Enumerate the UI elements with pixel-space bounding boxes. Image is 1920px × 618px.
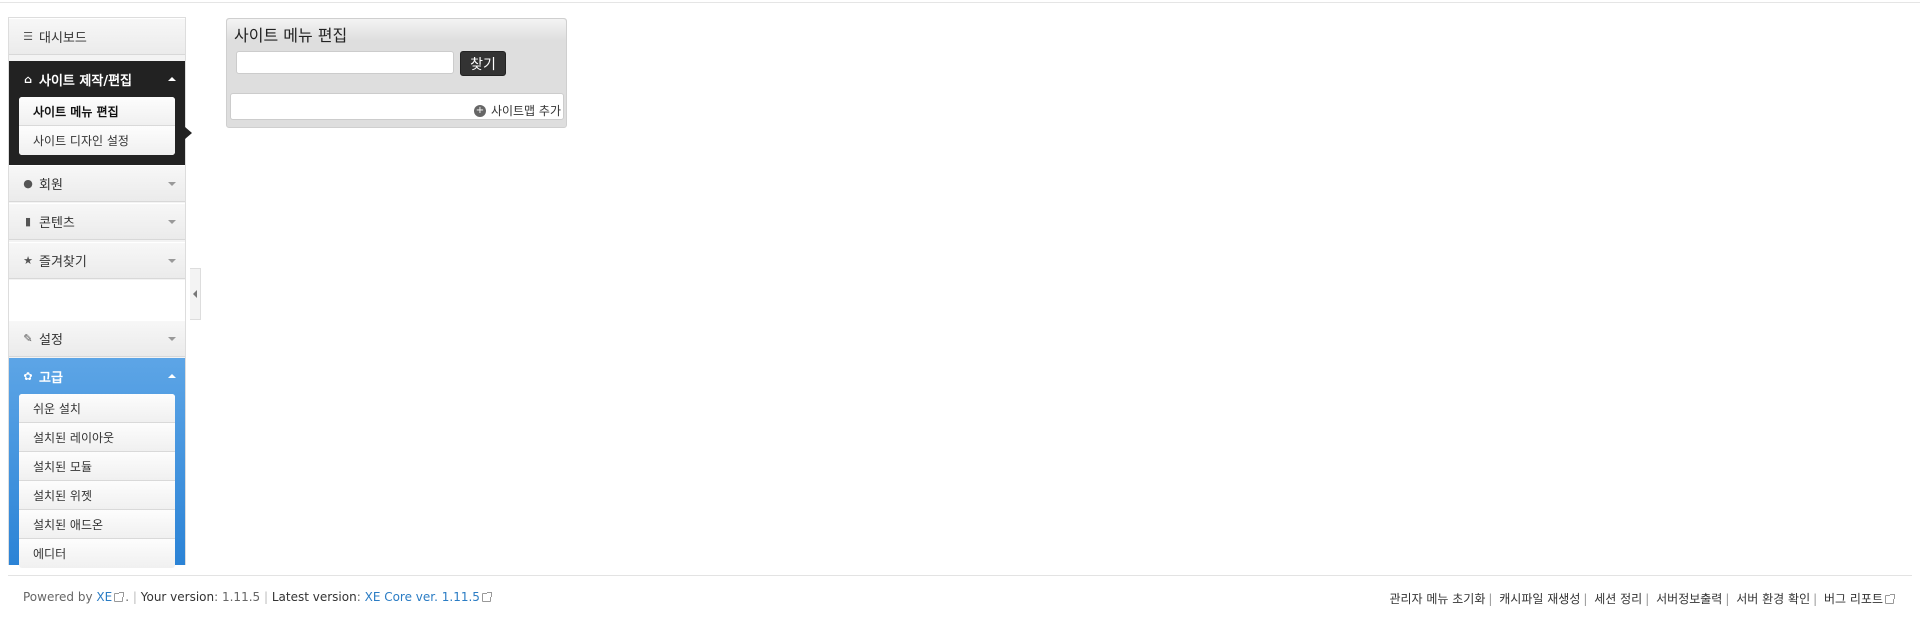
sidebar-item-label: 설정 (39, 333, 63, 348)
chevron-left-icon (193, 290, 197, 298)
sidebar-group-advanced: ✿ 고급 쉬운 설치 설치된 레이아웃 설치된 모듈 설치된 위젯 설치된 애드… (9, 358, 185, 568)
chevron-down-icon (168, 337, 176, 341)
regenerate-cache-link[interactable]: 캐시파일 재생성 (1499, 592, 1580, 606)
submenu-label: 설치된 위젯 (33, 488, 93, 503)
sidebar-item-label: 고급 (39, 370, 63, 386)
sitemap-panel: 사이트 메뉴 편집 찾기 + 사이트맵 추가 (226, 18, 567, 128)
submenu-editor[interactable]: 에디터 (19, 539, 175, 568)
sidebar-item-label: 사이트 제작/편집 (39, 73, 132, 89)
wrench-icon: ✎ (23, 332, 33, 345)
sidebar-item-label: 콘텐츠 (39, 216, 75, 231)
sidebar-item-member[interactable]: ● 회원 (9, 165, 185, 202)
separator: | (132, 590, 137, 604)
sidebar-item-favorites[interactable]: ★ 즐겨찾기 (9, 242, 185, 279)
submenu-label: 쉬운 설치 (33, 401, 81, 416)
active-indicator (185, 127, 192, 139)
sidebar-item-label: 회원 (39, 178, 63, 193)
chevron-down-icon (168, 220, 176, 224)
list-icon: ☰ (23, 30, 33, 43)
clear-sessions-link[interactable]: 세션 정리 (1594, 592, 1642, 606)
submenu-label: 설치된 애드온 (33, 517, 104, 532)
sidebar-item-dashboard[interactable]: ☰ 대시보드 (9, 18, 185, 55)
separator: | (1583, 592, 1588, 606)
separator: | (263, 590, 269, 604)
sidebar-item-site[interactable]: ⌂ 사이트 제작/편집 (9, 61, 185, 97)
chevron-up-icon (168, 77, 176, 81)
submenu-site-design[interactable]: 사이트 디자인 설정 (19, 126, 175, 155)
admin-sidebar: ☰ 대시보드 ⌂ 사이트 제작/편집 사이트 메뉴 편집 사이트 디자인 설정 … (8, 17, 192, 568)
top-divider (0, 2, 1920, 3)
server-info-link[interactable]: 서버정보출력 (1656, 592, 1722, 606)
site-submenu: 사이트 메뉴 편집 사이트 디자인 설정 (19, 97, 175, 155)
latest-version-colon: : (356, 590, 361, 604)
sidebar-item-label: 즐겨찾기 (39, 255, 87, 270)
xe-link[interactable]: XE (96, 590, 112, 604)
sidebar-collapse-toggle[interactable] (190, 268, 201, 320)
add-sitemap-link[interactable]: + 사이트맵 추가 (473, 102, 561, 119)
star-icon: ★ (23, 254, 33, 267)
sidebar-item-advanced[interactable]: ✿ 고급 (9, 358, 185, 394)
add-sitemap-label: 사이트맵 추가 (490, 104, 561, 118)
search-input[interactable] (236, 51, 454, 74)
chevron-up-icon (168, 374, 176, 378)
separator: | (1645, 592, 1650, 606)
favorites-empty-area (9, 280, 185, 320)
footer-divider (8, 575, 1912, 576)
server-env-check-link[interactable]: 서버 환경 확인 (1736, 592, 1810, 606)
submenu-installed-modules[interactable]: 설치된 모듈 (19, 452, 175, 481)
xe-link-suffix: . (125, 590, 130, 604)
submenu-label: 사이트 디자인 설정 (33, 134, 129, 148)
footer-admin-links: 관리자 메뉴 초기화 | 캐시파일 재생성 | 세션 정리 | 서버정보출력 | 서버 … (1389, 590, 1896, 607)
latest-version-label: Latest version (271, 590, 357, 604)
submenu-label: 설치된 레이아웃 (33, 430, 115, 445)
cog-icon: ✿ (23, 369, 33, 383)
sidebar-item-label: 대시보드 (39, 31, 87, 46)
chevron-down-icon (168, 182, 176, 186)
separator: | (1725, 592, 1730, 606)
home-icon: ⌂ (24, 72, 32, 86)
submenu-label: 에디터 (33, 547, 67, 561)
chevron-down-icon (168, 259, 176, 263)
external-link-icon (1885, 594, 1895, 604)
sidebar-item-content[interactable]: ▮ 콘텐츠 (9, 203, 185, 240)
your-version-value: : 1.11.5 (214, 590, 261, 604)
submenu-easy-install[interactable]: 쉬운 설치 (19, 394, 175, 423)
separator: | (1488, 592, 1493, 606)
your-version-label: Your version (140, 590, 215, 604)
reset-admin-menu-link[interactable]: 관리자 메뉴 초기화 (1389, 592, 1485, 606)
sidebar-item-settings[interactable]: ✎ 설정 (9, 320, 185, 357)
submenu-label: 설치된 모듈 (33, 459, 93, 474)
bug-report-link[interactable]: 버그 리포트 (1824, 592, 1883, 606)
external-link-icon (114, 592, 125, 602)
sitemap-tree: + 사이트맵 추가 (230, 93, 564, 120)
latest-version-link[interactable]: XE Core ver. 1.11.5 (365, 590, 480, 604)
submenu-label: 사이트 메뉴 편집 (33, 104, 119, 119)
search-button[interactable]: 찾기 (460, 51, 506, 76)
footer-version-info: Powered by XE. | Your version: 1.11.5 | … (23, 590, 493, 604)
panel-title: 사이트 메뉴 편집 (234, 26, 348, 45)
book-icon: ▮ (24, 215, 32, 228)
user-icon: ● (23, 177, 33, 190)
advanced-submenu: 쉬운 설치 설치된 레이아웃 설치된 모듈 설치된 위젯 설치된 애드온 에디터 (19, 394, 175, 568)
separator: | (1813, 592, 1818, 606)
submenu-installed-addons[interactable]: 설치된 애드온 (19, 510, 175, 539)
powered-by-text: Powered by (23, 590, 93, 604)
submenu-installed-layouts[interactable]: 설치된 레이아웃 (19, 423, 175, 452)
submenu-installed-widgets[interactable]: 설치된 위젯 (19, 481, 175, 510)
submenu-site-menu-edit[interactable]: 사이트 메뉴 편집 (19, 97, 175, 126)
plus-circle-icon: + (473, 104, 486, 117)
external-link-icon (481, 592, 492, 602)
sidebar-group-site: ⌂ 사이트 제작/편집 사이트 메뉴 편집 사이트 디자인 설정 (9, 61, 192, 165)
